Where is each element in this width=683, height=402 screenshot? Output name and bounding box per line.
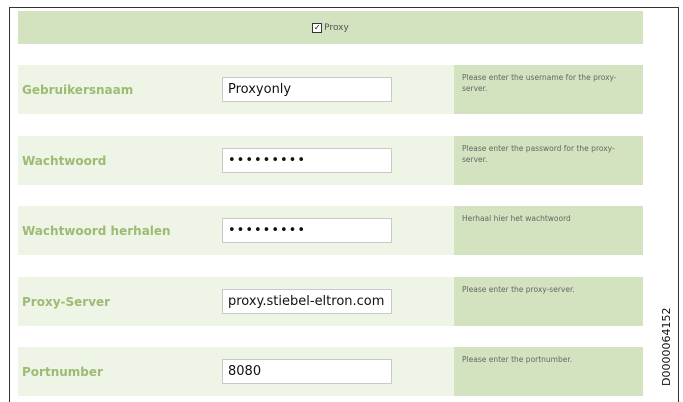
proxy-server-input[interactable]: [222, 289, 392, 314]
proxy-checkbox[interactable]: ✓: [312, 22, 323, 33]
password-label: Wachtwoord: [22, 154, 107, 168]
proxy-server-help: Please enter the proxy-server.: [454, 277, 643, 326]
proxy-server-row: Proxy-Server Please enter the proxy-serv…: [18, 277, 643, 326]
username-label: Gebruikersnaam: [22, 83, 134, 97]
proxy-toggle-row: ✓ Proxy: [18, 11, 643, 44]
username-input[interactable]: [222, 77, 392, 102]
password-input[interactable]: [222, 148, 392, 173]
password-repeat-row: Wachtwoord herhalen Herhaal hier het wac…: [18, 206, 643, 255]
password-repeat-input[interactable]: [222, 218, 392, 243]
proxy-server-label: Proxy-Server: [22, 295, 111, 309]
username-row: Gebruikersnaam Please enter the username…: [18, 65, 643, 114]
port-row: Portnumber Please enter the portnumber.: [18, 347, 643, 396]
password-row: Wachtwoord Please enter the password for…: [18, 136, 643, 185]
proxy-checkbox-label: Proxy: [324, 22, 349, 33]
port-help: Please enter the portnumber.: [454, 347, 643, 396]
document-code: D0000064152: [660, 307, 673, 386]
password-help: Please enter the password for the proxy-…: [454, 136, 643, 185]
password-repeat-label: Wachtwoord herhalen: [22, 224, 171, 238]
port-label: Portnumber: [22, 365, 103, 379]
username-help: Please enter the username for the proxy-…: [454, 65, 643, 114]
port-input[interactable]: [222, 359, 392, 384]
password-repeat-help: Herhaal hier het wachtwoord: [454, 206, 643, 255]
